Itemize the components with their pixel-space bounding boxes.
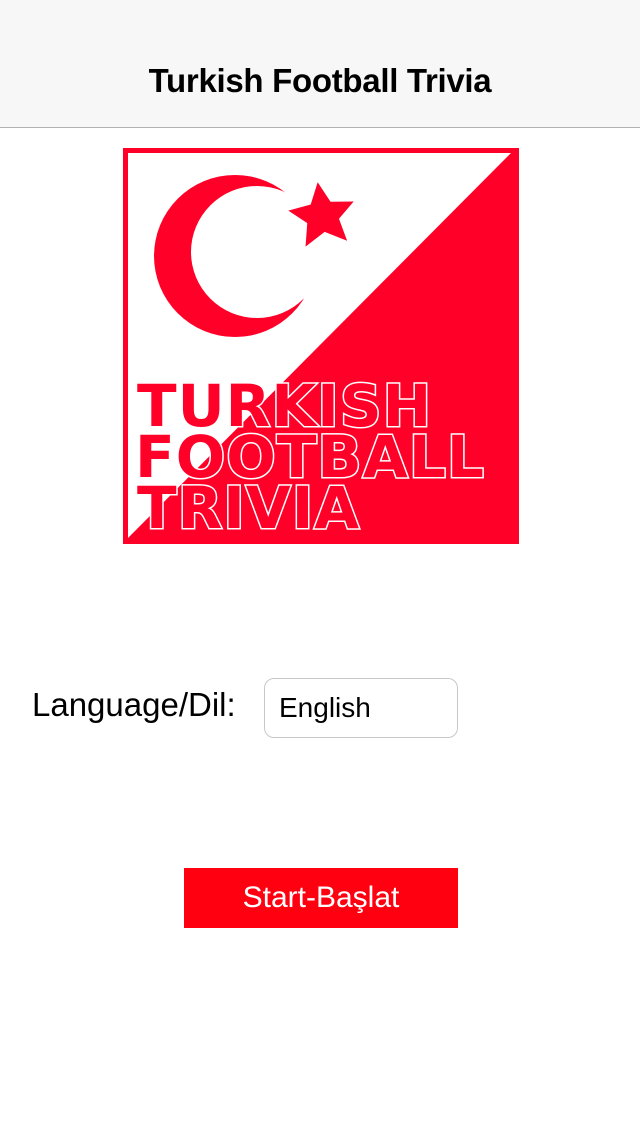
language-label: Language/Dil: [32, 686, 236, 723]
start-button[interactable]: Start-Başlat [184, 868, 458, 928]
language-field[interactable]: English [264, 678, 458, 738]
page-title: Turkish Football Trivia [148, 62, 492, 99]
logo-text-line-3: TRIVIA [137, 474, 360, 542]
app-logo: TURKISH FOOTBALL TRIVIA [123, 148, 519, 544]
navigation-bar: Turkish Football Trivia [0, 0, 640, 128]
